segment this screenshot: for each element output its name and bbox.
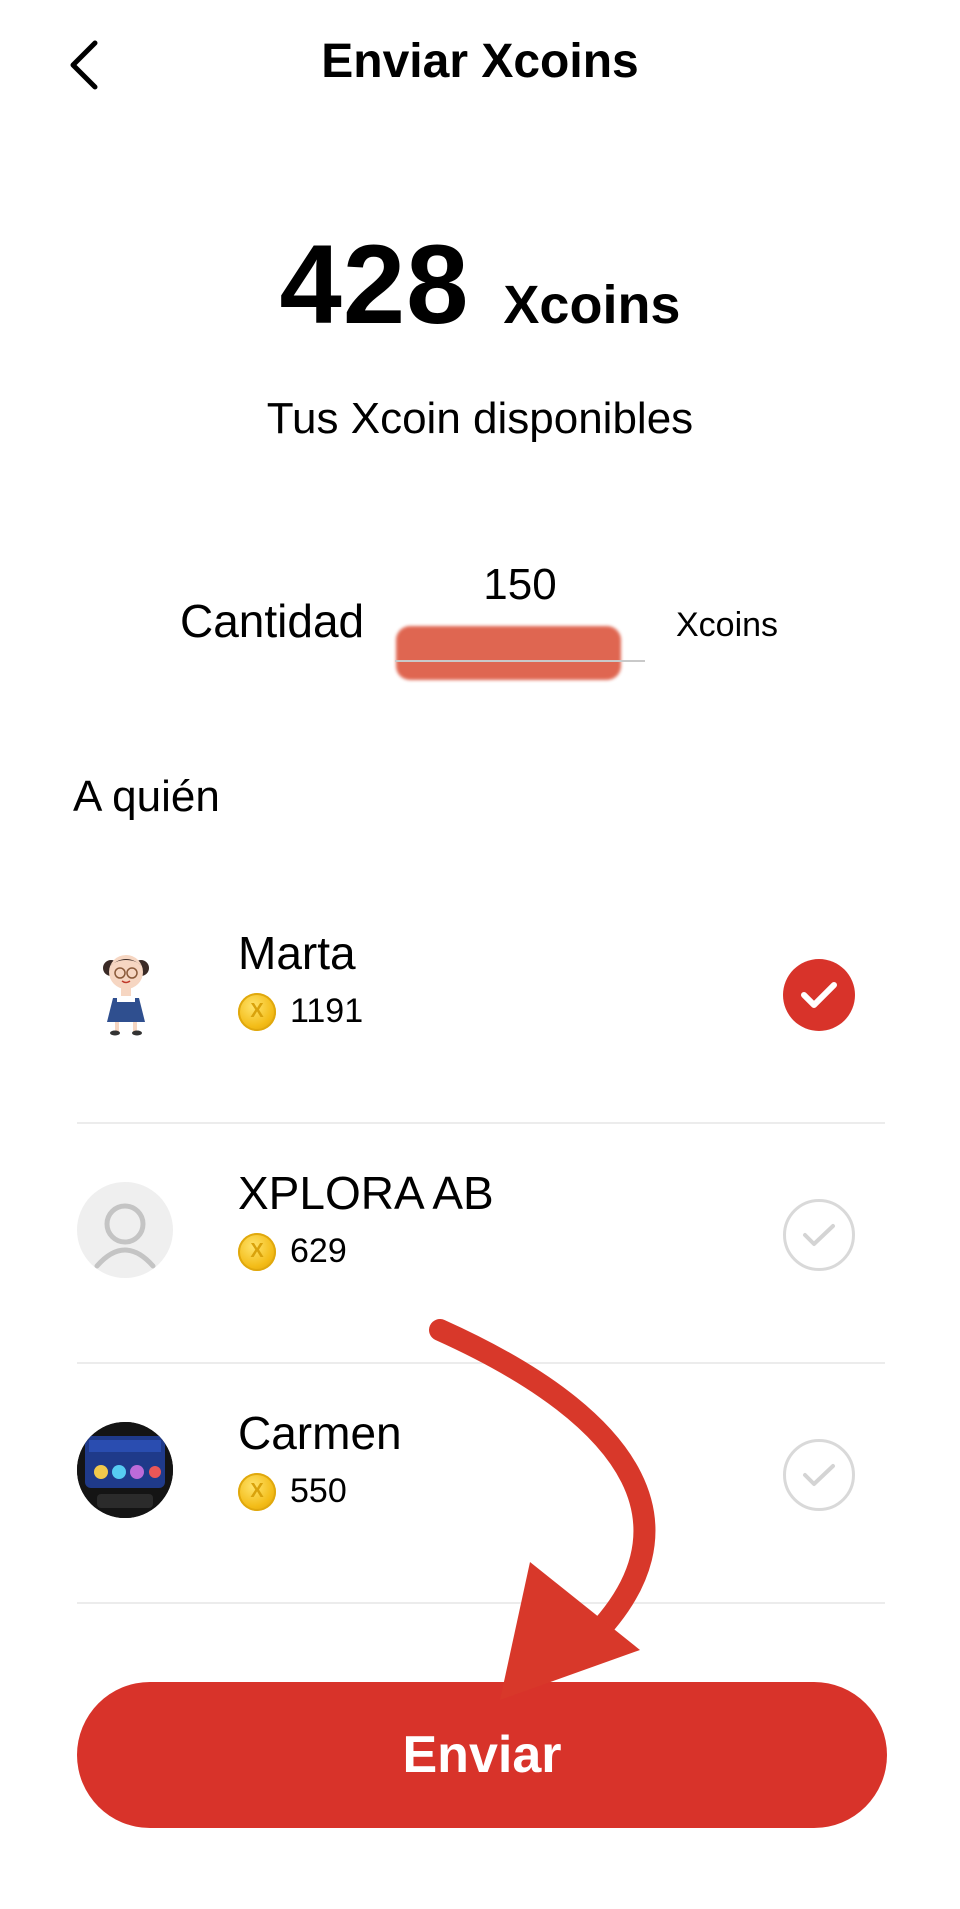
recipient-coin-value: 1191 bbox=[290, 992, 364, 1030]
divider bbox=[77, 1602, 885, 1604]
recipient-name: Marta bbox=[238, 927, 356, 979]
watch-photo-avatar bbox=[77, 1422, 173, 1518]
recipient-row-xplora-ab[interactable]: XPLORA AB X 629 bbox=[73, 1124, 885, 1364]
recipients-title: A quién bbox=[73, 772, 220, 821]
recipient-coin-value: 629 bbox=[290, 1232, 347, 1270]
recipient-coins: X 629 bbox=[238, 1232, 347, 1271]
amount-label: Cantidad bbox=[180, 595, 365, 647]
balance-display: 428 Xcoins bbox=[0, 220, 960, 349]
page-title: Enviar Xcoins bbox=[321, 35, 639, 88]
balance-caption: Tus Xcoin disponibles bbox=[266, 394, 694, 443]
recipient-coins: X 550 bbox=[238, 1472, 347, 1511]
default-person-avatar bbox=[77, 1182, 173, 1278]
balance-amount: 428 bbox=[279, 222, 470, 347]
xcoin-icon: X bbox=[238, 1232, 276, 1271]
send-button[interactable]: Enviar bbox=[77, 1682, 887, 1828]
recipient-row-carmen[interactable]: Carmen X 550 bbox=[73, 1364, 885, 1604]
xcoin-icon: X bbox=[238, 1472, 276, 1511]
unselected-check-icon[interactable] bbox=[783, 1439, 855, 1511]
selected-check-icon[interactable] bbox=[783, 959, 855, 1031]
amount-underline bbox=[395, 660, 645, 662]
unselected-check-icon[interactable] bbox=[783, 1199, 855, 1271]
recipient-coin-value: 550 bbox=[290, 1472, 347, 1510]
recipient-name: Carmen bbox=[238, 1407, 402, 1459]
recipient-coins: X 1191 bbox=[238, 992, 363, 1031]
amount-input[interactable]: 150 bbox=[395, 560, 645, 610]
balance-unit: Xcoins bbox=[503, 275, 681, 335]
amount-highlight-mark bbox=[396, 626, 621, 680]
recipient-name: XPLORA AB bbox=[238, 1167, 494, 1219]
xcoin-icon: X bbox=[238, 992, 276, 1031]
recipient-row-marta[interactable]: Marta X 1191 bbox=[73, 884, 885, 1124]
cartoon-girl-avatar bbox=[77, 942, 173, 1038]
amount-unit: Xcoins bbox=[676, 606, 779, 644]
